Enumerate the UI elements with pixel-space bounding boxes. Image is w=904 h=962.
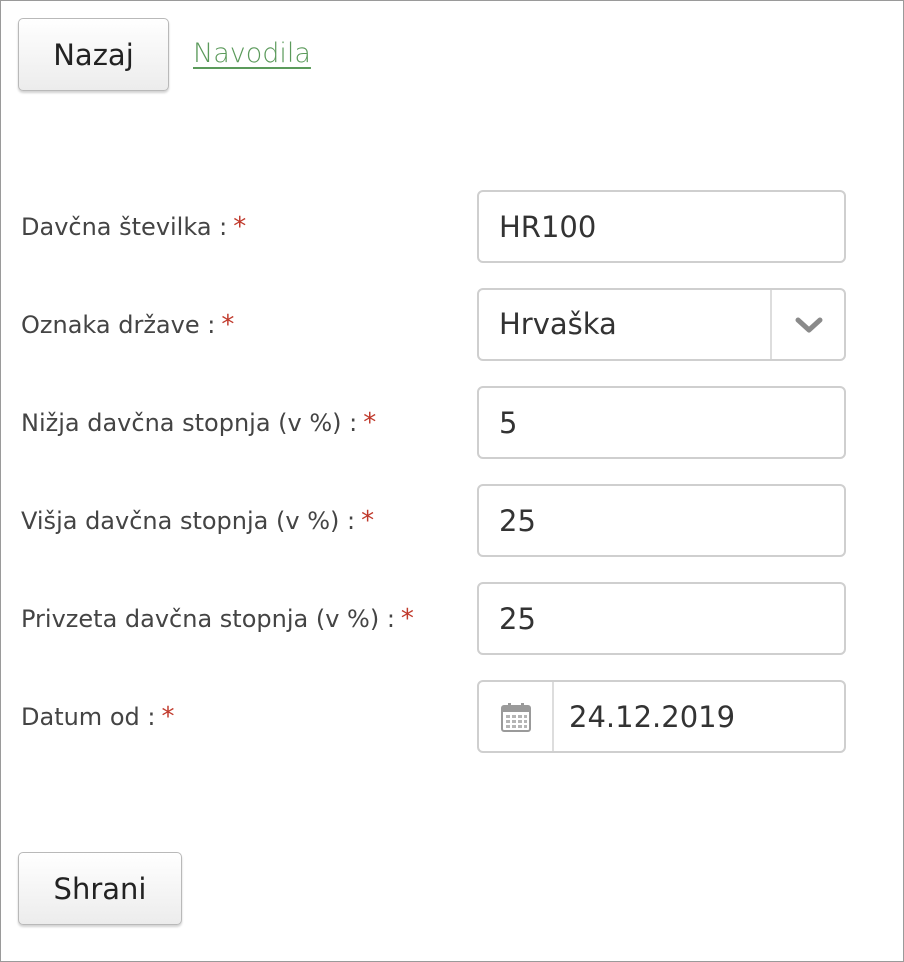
country-select-value: Hrvaška bbox=[499, 307, 617, 341]
required-marker: * bbox=[361, 506, 375, 536]
higher-rate-field bbox=[477, 484, 846, 557]
help-link[interactable]: Navodila bbox=[193, 38, 311, 69]
required-marker: * bbox=[400, 604, 414, 634]
higher-rate-input[interactable] bbox=[499, 486, 829, 555]
tax-number-label-text: Davčna številka : bbox=[21, 213, 228, 241]
date-from-label: Datum od : * bbox=[21, 702, 174, 732]
higher-rate-label: Višja davčna stopnja (v %) : * bbox=[21, 506, 374, 536]
default-rate-input[interactable] bbox=[499, 584, 829, 653]
required-marker: * bbox=[233, 212, 247, 242]
lower-rate-input[interactable] bbox=[499, 388, 829, 457]
page-frame bbox=[0, 0, 904, 962]
required-marker: * bbox=[363, 408, 377, 438]
tax-number-field bbox=[477, 190, 846, 263]
required-marker: * bbox=[161, 702, 175, 732]
date-from-label-text: Datum od : bbox=[21, 703, 156, 731]
lower-rate-label-text: Nižja davčna stopnja (v %) : bbox=[21, 409, 358, 437]
tax-number-label: Davčna številka : * bbox=[21, 212, 246, 242]
country-select[interactable]: Hrvaška bbox=[477, 288, 846, 361]
date-from-input[interactable] bbox=[569, 682, 829, 751]
default-rate-label: Privzeta davčna stopnja (v %) : * bbox=[21, 604, 414, 634]
default-rate-field bbox=[477, 582, 846, 655]
tax-number-input[interactable] bbox=[499, 192, 829, 261]
chevron-down-icon[interactable] bbox=[772, 290, 846, 359]
country-label-text: Oznaka države : bbox=[21, 311, 216, 339]
default-rate-label-text: Privzeta davčna stopnja (v %) : bbox=[21, 605, 395, 633]
calendar-icon[interactable] bbox=[479, 682, 554, 751]
date-from-field bbox=[477, 680, 846, 753]
back-button[interactable]: Nazaj bbox=[18, 18, 169, 91]
country-label: Oznaka države : * bbox=[21, 310, 234, 340]
lower-rate-label: Nižja davčna stopnja (v %) : * bbox=[21, 408, 376, 438]
required-marker: * bbox=[221, 310, 235, 340]
save-button[interactable]: Shrani bbox=[18, 852, 182, 925]
higher-rate-label-text: Višja davčna stopnja (v %) : bbox=[21, 507, 356, 535]
lower-rate-field bbox=[477, 386, 846, 459]
